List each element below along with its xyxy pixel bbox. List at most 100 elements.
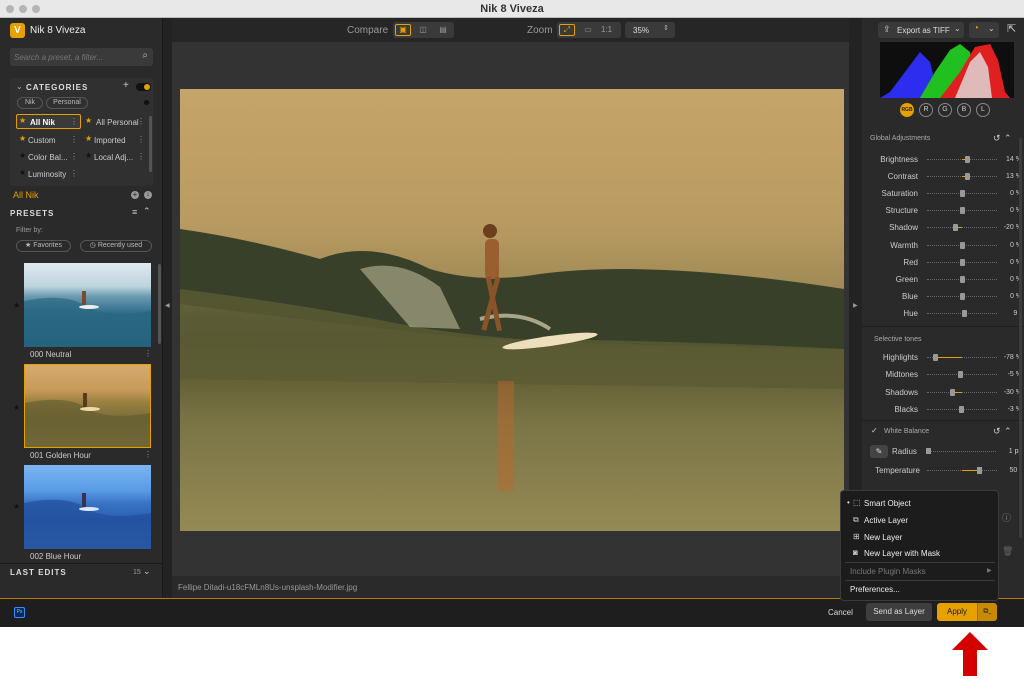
channel-g[interactable]: G — [938, 103, 952, 117]
slider-knob[interactable] — [960, 190, 965, 198]
category-color-balance[interactable]: Color Bal... — [28, 153, 68, 162]
category-imported[interactable]: Imported — [94, 136, 126, 145]
chevron-down-icon[interactable]: ⌄ — [16, 82, 23, 91]
slider-knob[interactable] — [964, 173, 970, 181]
more-icon[interactable]: ⋮ — [144, 349, 152, 358]
single-view-icon[interactable]: ▣ — [395, 24, 411, 36]
channel-rgb[interactable]: RGB — [900, 103, 914, 117]
filter-personal[interactable]: Personal — [46, 97, 88, 109]
star-icon[interactable]: ★ — [85, 134, 92, 143]
collapse-left-icon[interactable]: ◀ — [165, 302, 170, 309]
categories-scrollbar[interactable] — [149, 116, 152, 172]
star-icon[interactable]: ★ — [13, 301, 20, 310]
minimize-window-button[interactable] — [19, 5, 27, 13]
star-icon[interactable]: ★ — [13, 403, 20, 412]
star-icon[interactable]: ★ — [19, 116, 26, 125]
more-icon[interactable]: ⋮ — [70, 135, 78, 144]
right-panel-scrollbar[interactable] — [1019, 138, 1022, 538]
apply-options-button[interactable]: ⧉⌄ — [977, 603, 997, 621]
collapse-icon[interactable]: ⇱ — [1007, 22, 1016, 35]
more-icon[interactable]: ⋮ — [137, 152, 145, 161]
categories-toggle[interactable] — [136, 83, 151, 91]
channel-r[interactable]: R — [919, 103, 933, 117]
import-preset-icon[interactable]: ↓ — [144, 191, 152, 199]
preset-thumbnail-neutral[interactable] — [24, 263, 151, 347]
category-luminosity[interactable]: Luminosity — [28, 170, 66, 179]
close-window-button[interactable] — [6, 5, 14, 13]
radius-knob[interactable] — [926, 448, 931, 454]
chevron-down-icon[interactable]: ⌄ — [143, 566, 151, 577]
slider-knob[interactable] — [960, 241, 965, 249]
one-to-one-button[interactable]: 1:1 — [601, 25, 612, 34]
slider-knob[interactable] — [932, 354, 938, 361]
slider-knob[interactable] — [960, 292, 965, 300]
radius-track[interactable] — [926, 451, 996, 452]
more-icon[interactable]: ⋮ — [70, 117, 78, 126]
chevron-down-icon[interactable]: ⌄ — [988, 24, 995, 33]
collapse-right-icon[interactable]: ▶ — [853, 302, 858, 309]
category-custom[interactable]: Custom — [28, 136, 56, 145]
slider-knob[interactable] — [962, 309, 968, 317]
star-icon[interactable]: ★ — [19, 151, 26, 160]
slider-track[interactable] — [927, 391, 997, 393]
menu-include-plugin-masks[interactable]: Include Plugin Masks — [850, 567, 926, 576]
reset-icon[interactable]: ↺ — [993, 133, 1001, 144]
filter-nik[interactable]: Nik — [17, 97, 43, 109]
star-icon[interactable]: ★ — [85, 116, 92, 125]
chevron-up-icon[interactable]: ⌃ — [1004, 133, 1012, 144]
search-box[interactable]: ⌕ — [10, 48, 153, 66]
category-all-personal[interactable]: All Personal — [96, 118, 139, 127]
more-icon[interactable]: ⋮ — [137, 117, 145, 126]
apply-button[interactable]: Apply — [937, 603, 977, 621]
recently-used-filter[interactable]: ◷ Recently used — [80, 240, 152, 252]
more-icon[interactable]: ⋮ — [70, 169, 78, 178]
star-icon[interactable]: ★ — [13, 502, 20, 511]
chevron-down-icon[interactable]: ⌄ — [954, 24, 961, 33]
slider-knob[interactable] — [960, 258, 965, 266]
slider-knob[interactable] — [958, 371, 964, 379]
temperature-knob[interactable] — [977, 467, 982, 474]
preset-thumbnail-blue-hour[interactable] — [24, 465, 151, 549]
slider-knob[interactable] — [960, 275, 965, 283]
channel-l[interactable]: L — [976, 103, 990, 117]
star-icon[interactable]: ★ — [85, 151, 92, 160]
chevron-up-icon[interactable]: ⌃ — [143, 206, 151, 217]
menu-preferences[interactable]: Preferences... — [850, 585, 900, 594]
white-balance-checkbox[interactable]: ✓ — [871, 426, 878, 435]
channel-b[interactable]: B — [957, 103, 971, 117]
star-icon[interactable]: ★ — [19, 134, 26, 143]
menu-new-layer[interactable]: New Layer — [864, 533, 902, 542]
chevron-up-icon[interactable]: ⌃ — [1004, 426, 1012, 437]
eyedropper-icon[interactable]: ✎ — [870, 445, 888, 458]
menu-active-layer[interactable]: Active Layer — [864, 516, 908, 525]
more-icon[interactable]: ⋮ — [70, 152, 78, 161]
presets-scrollbar[interactable] — [158, 264, 161, 344]
slider-knob[interactable] — [958, 405, 964, 413]
slider-knob[interactable] — [964, 156, 970, 163]
more-icon[interactable]: ⋮ — [137, 135, 145, 144]
more-icon[interactable]: ⋮ — [144, 450, 152, 459]
search-input[interactable] — [14, 50, 132, 64]
side-by-side-icon[interactable]: ▤ — [435, 24, 451, 36]
reset-icon[interactable]: ↺ — [993, 426, 1001, 437]
add-preset-icon[interactable]: + — [131, 191, 139, 199]
split-view-icon[interactable]: ◫ — [415, 24, 431, 36]
zoom-window-button[interactable] — [32, 5, 40, 13]
send-as-layer-button[interactable]: Send as Layer — [866, 603, 932, 621]
slider-knob[interactable] — [960, 207, 965, 215]
list-view-icon[interactable]: ≡ — [132, 207, 137, 217]
fit-icon[interactable]: ⤢ — [559, 24, 575, 36]
slider-knob[interactable] — [949, 388, 955, 396]
star-icon[interactable]: ★ — [19, 168, 26, 177]
favorites-filter[interactable]: ★ Favorites — [16, 240, 71, 252]
add-category-icon[interactable]: + — [123, 80, 129, 91]
slider-track[interactable] — [927, 227, 997, 229]
help-icon[interactable]: ⓘ — [1002, 511, 1011, 524]
slider-knob[interactable] — [953, 224, 958, 232]
left-panel-collapse-handle[interactable]: ◀ — [163, 18, 172, 598]
trash-icon[interactable]: 🗑 — [1002, 546, 1013, 557]
menu-new-layer-with-mask[interactable]: New Layer with Mask — [864, 549, 940, 558]
category-local-adjustments[interactable]: Local Adj... — [94, 153, 133, 162]
search-icon[interactable]: ⌕ — [142, 50, 148, 61]
cancel-button[interactable]: Cancel — [828, 608, 853, 617]
